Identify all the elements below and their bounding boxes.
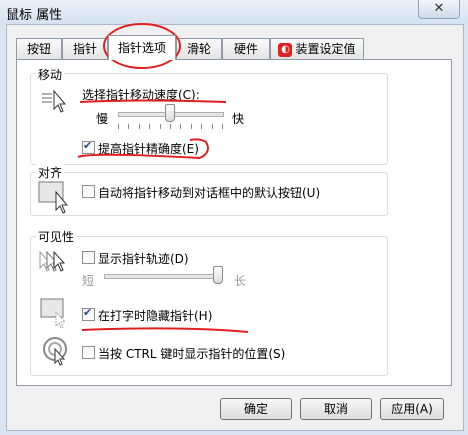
tab-device-settings[interactable]: ◐ 装置设定值 [270,38,364,59]
tab-hardware[interactable]: 硬件 [222,38,270,59]
tab-pointers-label: 指针 [72,42,97,56]
close-button[interactable]: ✕ [418,0,460,19]
motion-group-title: 移动 [36,66,65,83]
trails-short-label: 短 [82,274,95,288]
speed-slow-label: 慢 [96,112,109,126]
speed-fast-label: 快 [232,112,245,126]
snap-group-title: 对齐 [36,164,65,181]
apply-button[interactable]: 应用(A) [380,398,444,420]
hide-pointer-checkbox[interactable] [82,306,95,321]
trails-slider-track[interactable] [104,274,220,279]
show-location-icon [43,337,67,366]
tab-buttons[interactable]: 按钮 [16,38,62,59]
device-settings-icon: ◐ [278,42,293,57]
tab-device-settings-label: 装置设定值 [295,42,356,56]
visibility-group-title: 可见性 [36,228,77,245]
tab-pointers[interactable]: 指针 [62,38,108,59]
hide-pointer-label: 在打字时隐藏指针(H) [98,309,213,323]
show-location-label: 当按 CTRL 键时显示指针的位置(S) [98,347,286,361]
tab-wheel[interactable]: 滑轮 [176,38,222,59]
pointer-speed-icon [42,89,67,113]
tab-wheel-label: 滑轮 [186,42,211,56]
cancel-button[interactable]: 取消 [300,398,372,420]
snap-to-icon [38,181,69,214]
pointer-trails-icon [39,250,66,272]
pointer-trails-label: 显示指针轨迹(D) [98,252,189,266]
ok-button[interactable]: 确定 [220,398,292,420]
tab-hardware-label: 硬件 [233,42,258,56]
hide-pointer-icon [40,298,67,329]
tab-pointer-options-label: 指针选项 [117,41,166,55]
speed-label: 选择指针移动速度(C): [82,88,200,102]
snap-to-label: 自动将指针移动到对话框中的默认按钮(U) [98,186,321,200]
mouse-properties-window: 鼠标 属性 ✕ 按钮 指针 指针选项 滑轮 硬件 ◐ 装置设定值 移动 选择指针移… [0,0,468,435]
trails-long-label: 长 [234,274,247,288]
trails-slider-thumb[interactable] [213,266,223,284]
pointer-trails-checkbox[interactable] [82,251,95,264]
window-title: 鼠标 属性 [6,8,63,23]
enhance-precision-label: 提高指针精确度(E) [98,142,199,156]
show-location-checkbox[interactable] [82,346,95,359]
snap-to-checkbox[interactable] [82,185,95,198]
speed-slider-ticks [118,124,223,129]
speed-slider-thumb[interactable] [165,104,175,122]
tab-buttons-label: 按钮 [26,42,51,56]
enhance-precision-checkbox[interactable] [82,139,95,154]
tab-pointer-options[interactable]: 指针选项 [108,35,176,60]
title-bar: 鼠标 属性 ✕ [0,0,468,24]
